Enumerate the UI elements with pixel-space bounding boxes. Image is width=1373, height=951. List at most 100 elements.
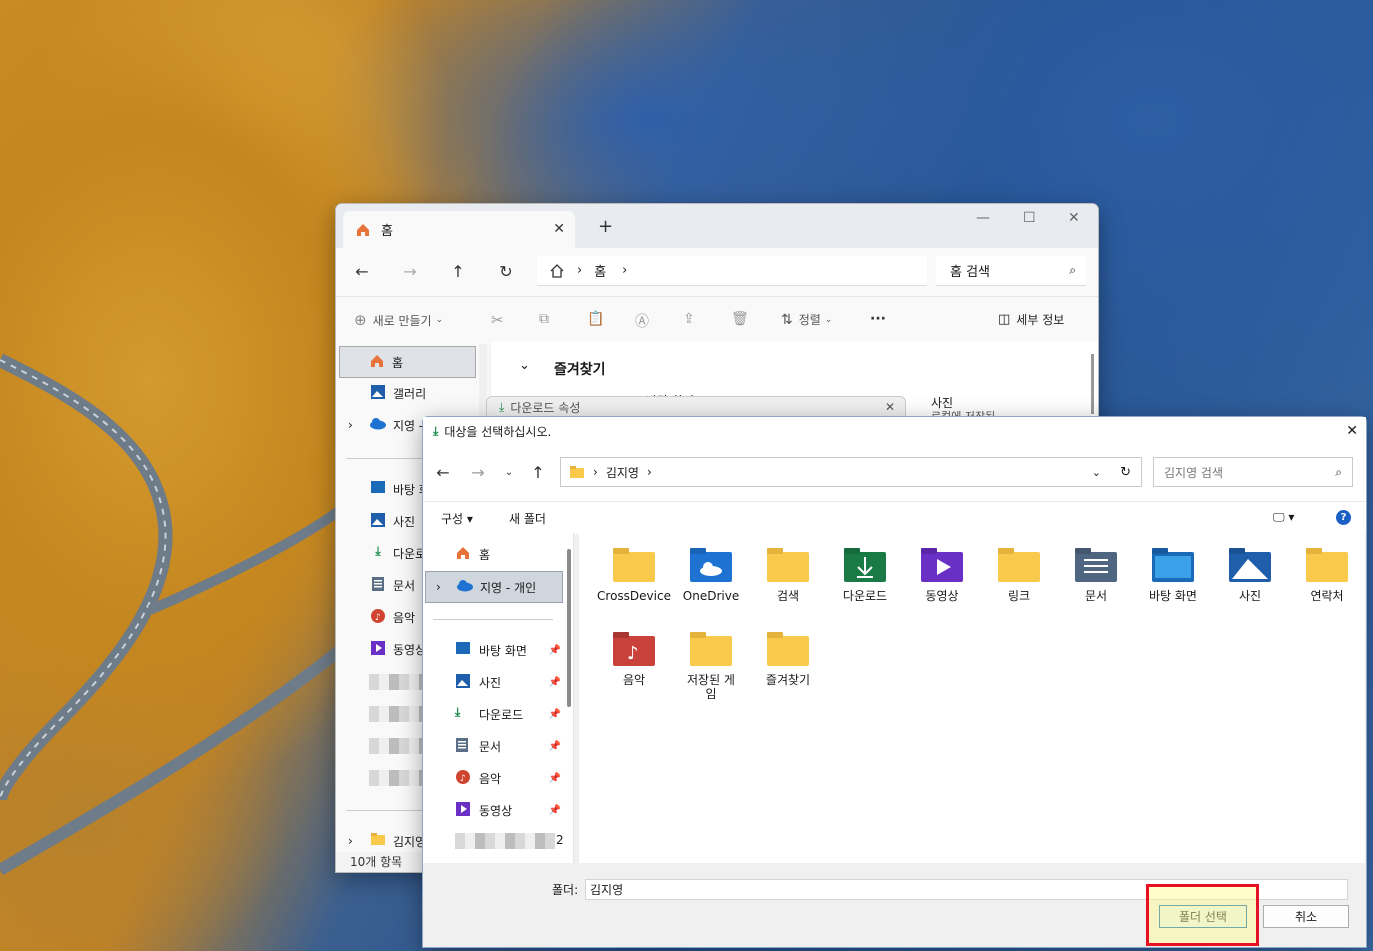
cut-icon[interactable]: ✂: [491, 311, 504, 329]
left-pane-scrollbar[interactable]: [567, 549, 571, 707]
cancel-button[interactable]: 취소: [1263, 905, 1349, 928]
folder-item[interactable]: 저장된 게임: [674, 617, 748, 701]
sort-button[interactable]: ⇅ 정렬 ⌄: [781, 311, 832, 328]
view-options-icon[interactable]: 🖵 ▾: [1273, 510, 1294, 525]
folder-item[interactable]: 링크: [982, 533, 1056, 603]
dialog-search-input[interactable]: 김지영 검색 ⌕: [1153, 457, 1353, 487]
dialog-address-bar[interactable]: › 김지영 › ⌄ ↻: [560, 457, 1142, 487]
cancel-label: 취소: [1294, 910, 1318, 924]
new-tab-button[interactable]: +: [598, 216, 613, 237]
pin-icon: 📌: [548, 708, 561, 720]
desktop-folder-icon: [1151, 547, 1195, 583]
folder-item[interactable]: CrossDevice: [597, 533, 671, 603]
minimize-button[interactable]: —: [976, 210, 990, 226]
folder-item[interactable]: 문서: [1059, 533, 1133, 603]
folder-icon: [369, 832, 387, 850]
up-button[interactable]: ↑: [526, 461, 550, 485]
nav-item-home[interactable]: 홈: [339, 346, 476, 378]
forward-button[interactable]: →: [398, 260, 422, 284]
close-tab-icon[interactable]: ✕: [553, 221, 565, 237]
refresh-icon[interactable]: ↻: [1120, 465, 1131, 480]
home-icon: [368, 353, 386, 371]
folder-item[interactable]: 검색: [751, 533, 825, 603]
up-button[interactable]: ↑: [446, 260, 470, 284]
address-segment-home[interactable]: 홈: [594, 261, 606, 280]
folder-item[interactable]: 다운로드: [828, 533, 902, 603]
pictures-folder-icon: [1228, 547, 1272, 583]
blurred-item: [455, 833, 555, 849]
dialog-nav-documents[interactable]: 문서 📌: [423, 731, 563, 761]
forward-button[interactable]: →: [466, 461, 490, 485]
folder-item[interactable]: 연락처: [1290, 533, 1364, 603]
nav-label: 갤러리: [393, 386, 427, 401]
chevron-right-icon: ›: [593, 465, 598, 479]
pin-icon: 📌: [548, 644, 561, 656]
folder-item[interactable]: 바탕 화면: [1136, 533, 1210, 603]
close-icon[interactable]: ✕: [885, 400, 895, 414]
folder-item[interactable]: 사진: [1213, 533, 1287, 603]
close-window-button[interactable]: ✕: [1068, 210, 1080, 226]
chevron-down-icon[interactable]: ⌄: [1092, 466, 1101, 479]
back-button[interactable]: ←: [431, 461, 455, 485]
folder-label: 바탕 화면: [1149, 589, 1197, 603]
delete-icon[interactable]: 🗑: [731, 311, 749, 327]
tab-home[interactable]: 홈 ✕: [343, 211, 575, 248]
copy-icon[interactable]: ⧉: [539, 311, 549, 327]
rename-icon[interactable]: Ⓐ: [635, 311, 649, 331]
dialog-nav-home[interactable]: 홈: [423, 539, 563, 569]
chevron-down-icon: ⌄: [435, 315, 444, 325]
chevron-right-icon: ›: [348, 834, 353, 848]
new-button[interactable]: ⊕ 새로 만들기 ⌄: [354, 311, 443, 329]
svg-text:♪: ♪: [460, 774, 466, 784]
home-outline-icon: [550, 263, 564, 278]
music-icon: ♪: [369, 608, 387, 626]
dialog-nav-music[interactable]: ♪ 음악 📌: [423, 763, 563, 793]
folder-item[interactable]: 동영상: [905, 533, 979, 603]
dialog-nav-desktop[interactable]: 바탕 화면 📌: [423, 635, 563, 665]
folder-item[interactable]: OneDrive: [674, 533, 748, 603]
folder-name-value: 김지영: [590, 883, 624, 897]
folder-icon: [689, 631, 733, 667]
dialog-nav-onedrive[interactable]: › 지영 - 개인: [425, 571, 563, 603]
explorer-address-bar[interactable]: › 홈 ›: [537, 256, 927, 286]
chevron-down-icon[interactable]: ⌄: [519, 358, 530, 373]
new-folder-button[interactable]: 새 폴더: [509, 510, 546, 527]
paste-icon[interactable]: 📋: [587, 311, 604, 327]
share-icon[interactable]: ⇪: [683, 311, 695, 327]
folder-item[interactable]: 즐겨찾기: [751, 617, 825, 687]
search-icon: ⌕: [1335, 464, 1342, 479]
help-icon[interactable]: ?: [1336, 510, 1351, 525]
nav-label: 문서: [393, 578, 416, 593]
folder-label: 검색: [776, 589, 800, 603]
close-dialog-button[interactable]: ✕: [1346, 423, 1358, 439]
back-button[interactable]: ←: [350, 260, 374, 284]
explorer-search-input[interactable]: 홈 검색 ⌕: [936, 256, 1086, 286]
chevron-right-icon: ›: [436, 580, 441, 594]
nav-label: 음악: [479, 771, 502, 786]
address-segment-user[interactable]: 김지영: [606, 464, 639, 481]
recent-locations-icon[interactable]: ⌄: [497, 461, 521, 485]
details-button[interactable]: ◫ 세부 정보: [998, 311, 1064, 328]
pictures-icon: [369, 512, 387, 530]
nav-item-gallery[interactable]: 갤러리: [336, 378, 476, 408]
maximize-button[interactable]: ☐: [1023, 210, 1036, 226]
more-options-icon[interactable]: ···: [870, 311, 886, 327]
nav-label: 바탕 화면: [479, 643, 527, 658]
dialog-nav-pictures[interactable]: 사진 📌: [423, 667, 563, 697]
sort-icon: ⇅: [781, 311, 793, 328]
organize-button[interactable]: 구성 ▾: [441, 510, 473, 527]
videos-folder-icon: [920, 547, 964, 583]
download-icon: ⤓: [455, 705, 461, 719]
folder-label: CrossDevice: [597, 589, 671, 603]
details-pane-icon: ◫: [998, 312, 1011, 327]
videos-icon: [369, 640, 387, 658]
dialog-nav-downloads[interactable]: ⤓ 다운로드 📌: [423, 699, 563, 729]
chevron-right-icon: ›: [348, 418, 353, 432]
command-bar: ⊕ 새로 만들기 ⌄ ✂ ⧉ 📋 Ⓐ ⇪ 🗑 ⇅ 정렬 ⌄ ··· ◫ 세부 정…: [336, 296, 1098, 345]
content-scrollbar[interactable]: [1091, 354, 1094, 414]
explorer-nav-bar: ← → ↑ ↻ › 홈 › 홈 검색 ⌕: [336, 248, 1098, 296]
refresh-button[interactable]: ↻: [494, 260, 518, 284]
chevron-right-icon: ›: [577, 263, 583, 278]
dialog-nav-videos[interactable]: 동영상 📌: [423, 795, 563, 825]
folder-item[interactable]: ♪ 음악: [597, 617, 671, 687]
